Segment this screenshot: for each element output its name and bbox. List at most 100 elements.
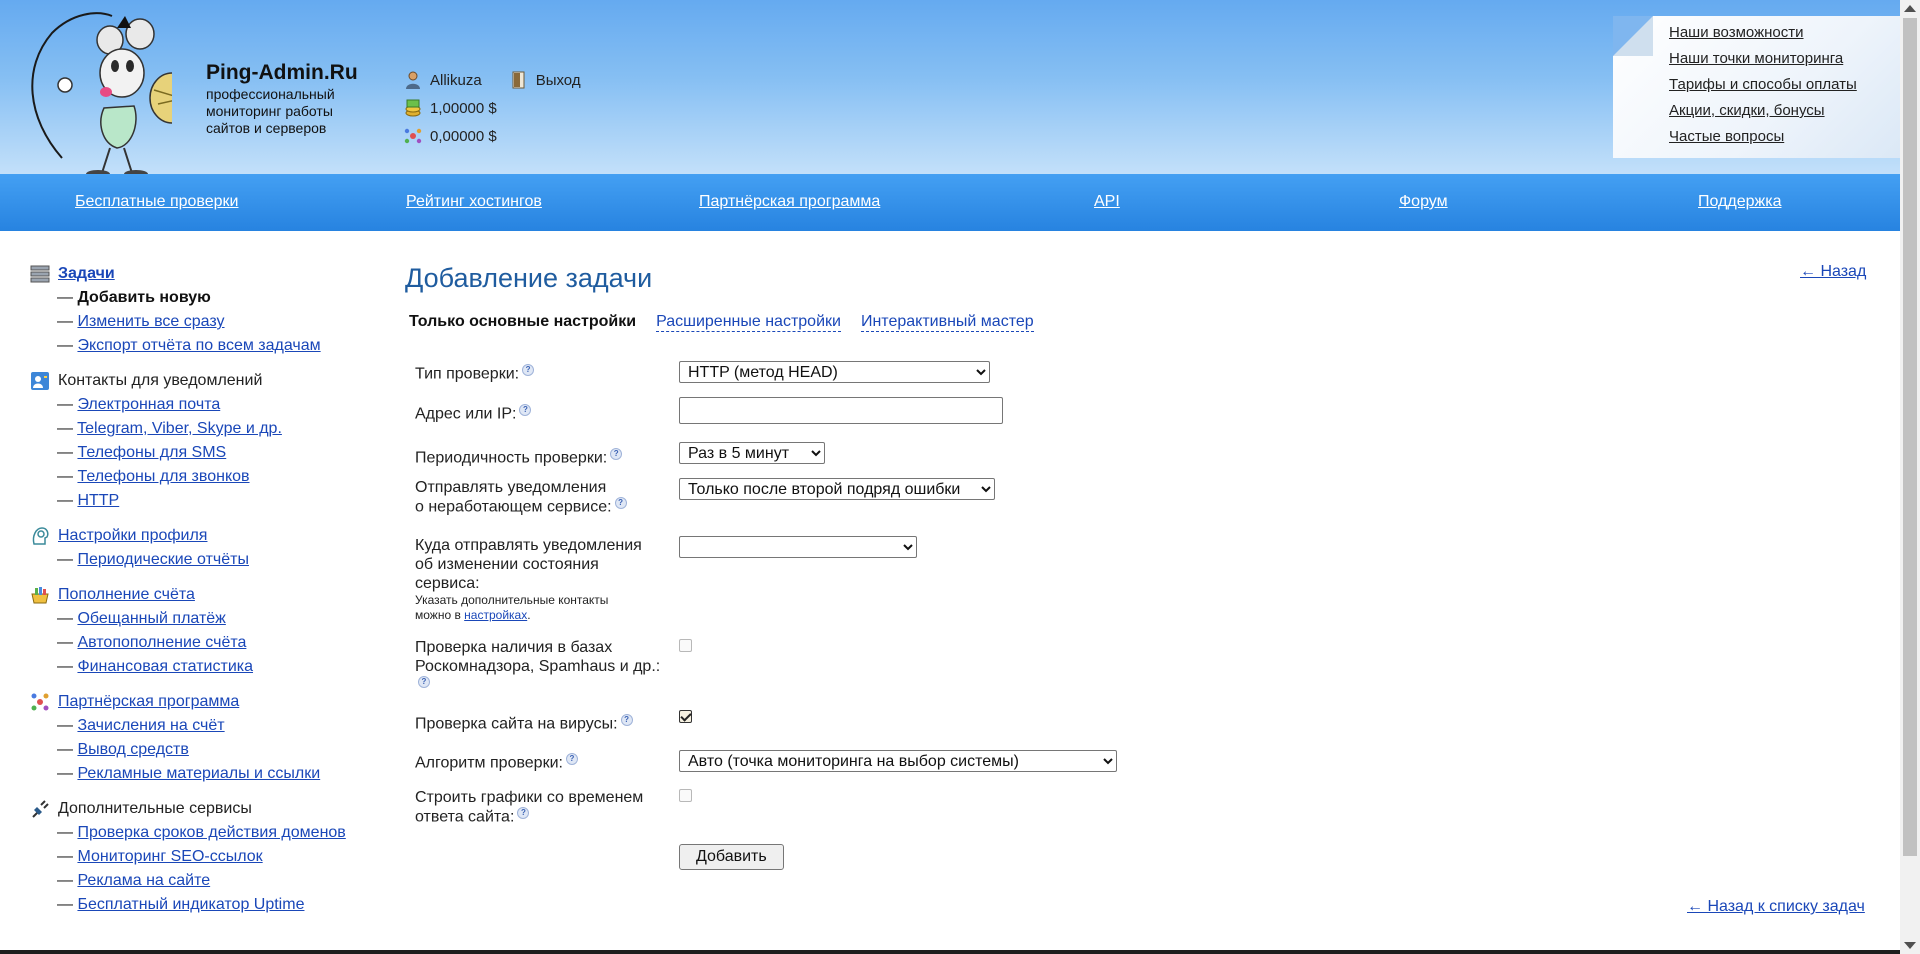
sidebar-profile-link[interactable]: Настройки профиля: [58, 527, 207, 545]
graphs-label-line-2: ответа сайта:: [415, 808, 515, 826]
nav-forum[interactable]: Форум: [1399, 193, 1448, 211]
help-icon[interactable]: ?: [522, 364, 535, 376]
username[interactable]: Allikuza: [430, 72, 482, 89]
notify-where-note-prefix: можно в: [415, 608, 461, 622]
virus-check-checkbox[interactable]: [679, 710, 692, 723]
notify-where-select[interactable]: [679, 536, 917, 558]
sidebar-item-edit-all[interactable]: Изменить все сразу: [77, 313, 224, 330]
top-menu-monitoring-points[interactable]: Наши точки мониторинга: [1669, 50, 1843, 67]
sidebar-item-call-phones[interactable]: Телефоны для звонков: [77, 468, 249, 485]
sidebar-item-uptime-indicator[interactable]: Бесплатный индикатор Uptime: [77, 896, 304, 913]
sidebar-item-account-credits[interactable]: Зачисления на счёт: [77, 717, 224, 734]
tab-advanced-settings[interactable]: Расширенные настройки: [656, 313, 841, 332]
address-label: Адрес или IP:: [415, 405, 517, 423]
bonus-network-icon: [404, 128, 422, 144]
sidebar-item-sms-phones[interactable]: Телефоны для SMS: [77, 444, 226, 461]
sidebar-item-periodic-reports[interactable]: Периодические отчёты: [77, 551, 249, 568]
sidebar-contacts-heading: Контакты для уведомлений: [58, 372, 263, 389]
algorithm-select[interactable]: Авто (точка мониторинга на выбор системы…: [679, 750, 1117, 772]
nav-free-checks[interactable]: Бесплатные проверки: [75, 193, 238, 211]
blacklist-label-line-2: Роскомнадзора, Spamhaus и др.:: [415, 658, 661, 675]
interval-label: Периодичность проверки:: [415, 449, 608, 467]
server-icon: [30, 265, 50, 283]
help-icon[interactable]: ?: [614, 497, 627, 509]
brand-tagline-2: мониторинг работы: [206, 103, 333, 119]
help-icon[interactable]: ?: [565, 753, 578, 765]
tab-interactive-wizard[interactable]: Интерактивный мастер: [860, 313, 1034, 332]
sidebar-item-export-report[interactable]: Экспорт отчёта по всем задачам: [77, 337, 320, 354]
site-header: Ping-Admin.Ru профессиональный мониторин…: [0, 0, 1900, 178]
algorithm-label: Алгоритм проверки:: [415, 754, 563, 772]
nav-partner-program[interactable]: Партнёрская программа: [699, 193, 880, 211]
notify-where-label-line-2: об изменении состояния: [415, 556, 599, 573]
back-to-list-link[interactable]: ← Назад к списку задач: [1687, 898, 1865, 916]
sidebar-tasks-link[interactable]: Задачи: [58, 265, 115, 283]
sidebar-partner-link[interactable]: Партнёрская программа: [58, 693, 239, 711]
tab-basic-settings[interactable]: Только основные настройки: [409, 313, 636, 332]
logout-label: Выход: [535, 71, 581, 89]
sidebar-item-messengers[interactable]: Telegram, Viber, Skype и др.: [77, 420, 282, 437]
help-icon[interactable]: ?: [620, 714, 633, 726]
help-icon[interactable]: ?: [517, 807, 530, 819]
nav-api[interactable]: API: [1094, 193, 1120, 211]
sidebar-item-seo-links[interactable]: Мониторинг SEO-ссылок: [77, 848, 262, 865]
notify-where-label-line-1: Куда отправлять уведомления: [415, 537, 642, 554]
help-icon[interactable]: ?: [519, 404, 532, 416]
sidebar-item-auto-topup[interactable]: Автопополнение счёта: [77, 634, 246, 651]
top-menu-features[interactable]: Наши возможности: [1669, 24, 1804, 41]
virus-check-label: Проверка сайта на вирусы:: [415, 715, 618, 733]
profile-settings-icon: [32, 527, 49, 545]
settings-link[interactable]: настройках: [464, 608, 527, 622]
nav-support[interactable]: Поддержка: [1698, 193, 1781, 211]
sidebar-item-promised-payment[interactable]: Обещанный платёж: [77, 610, 225, 627]
top-menu-pricing[interactable]: Тарифы и способы оплаты: [1669, 76, 1857, 93]
sidebar-item-http[interactable]: HTTP: [77, 492, 119, 509]
scroll-thumb[interactable]: [1903, 18, 1917, 856]
logout-link[interactable]: Выход: [510, 71, 581, 89]
brand-name[interactable]: Ping-Admin.Ru: [206, 60, 358, 86]
vertical-scrollbar[interactable]: [1900, 0, 1920, 954]
address-input[interactable]: [679, 397, 1003, 424]
scroll-down-arrow-icon[interactable]: [1904, 942, 1916, 949]
check-type-select[interactable]: HTTP (метод HEAD): [679, 361, 990, 383]
graphs-checkbox[interactable]: [679, 789, 692, 802]
brand-block: Ping-Admin.Ru профессиональный мониторин…: [206, 60, 358, 137]
sidebar-item-withdraw[interactable]: Вывод средств: [77, 741, 188, 758]
add-button[interactable]: Добавить: [679, 844, 784, 870]
sidebar-item-domain-expiry[interactable]: Проверка сроков действия доменов: [77, 824, 345, 841]
sidebar-topup-link[interactable]: Пополнение счёта: [58, 586, 195, 604]
user-box: Allikuza Выход 1,00000 $ 0,00000 $: [404, 66, 581, 150]
interval-select[interactable]: Раз в 5 минут: [679, 442, 825, 464]
top-menu-promotions[interactable]: Акции, скидки, бонусы: [1669, 102, 1825, 119]
contacts-icon: [31, 372, 49, 390]
sidebar-item-promo-materials[interactable]: Рекламные материалы и ссылки: [77, 765, 320, 782]
door-exit-icon: [512, 71, 525, 89]
blacklist-checkbox[interactable]: [679, 639, 692, 652]
page-title: Добавление задачи: [405, 263, 653, 293]
sidebar-group-contacts: Контакты для уведомлений — Электронная п…: [30, 369, 390, 513]
mouse-mascot-logo-icon[interactable]: [22, 8, 172, 178]
check-type-label: Тип проверки:: [415, 365, 520, 383]
help-icon[interactable]: ?: [418, 676, 430, 688]
brand-tagline-1: профессиональный: [206, 86, 335, 102]
scroll-up-arrow-icon[interactable]: [1904, 5, 1916, 12]
sidebar-extra-services-heading: Дополнительные сервисы: [58, 800, 252, 817]
user-icon: [406, 71, 420, 89]
sidebar-group-profile: Настройки профиля — Периодические отчёты: [30, 524, 390, 572]
sidebar-group-extra-services: Дополнительные сервисы — Проверка сроков…: [30, 797, 390, 917]
balance-value[interactable]: 1,00000 $: [430, 100, 497, 117]
notify-where-note-suffix: .: [527, 608, 531, 622]
help-icon[interactable]: ?: [610, 448, 623, 460]
bonus-balance-value[interactable]: 0,00000 $: [430, 128, 497, 145]
sidebar-group-partner: Партнёрская программа — Зачисления на сч…: [30, 690, 390, 786]
sidebar-item-finance-stats[interactable]: Финансовая статистика: [77, 658, 253, 675]
notify-select[interactable]: Только после второй подряд ошибки: [679, 478, 995, 500]
top-menu-faq[interactable]: Частые вопросы: [1669, 128, 1784, 145]
nav-hosting-rating[interactable]: Рейтинг хостингов: [406, 193, 542, 211]
partner-network-icon: [31, 693, 49, 711]
notify-label-line-2: о неработающем сервисе:: [415, 498, 612, 516]
back-link[interactable]: ← Назад: [1800, 263, 1866, 281]
sidebar-group-topup: Пополнение счёта — Обещанный платёж — Ав…: [30, 583, 390, 679]
sidebar-item-email[interactable]: Электронная почта: [77, 396, 220, 413]
sidebar-item-site-ads[interactable]: Реклама на сайте: [77, 872, 210, 889]
